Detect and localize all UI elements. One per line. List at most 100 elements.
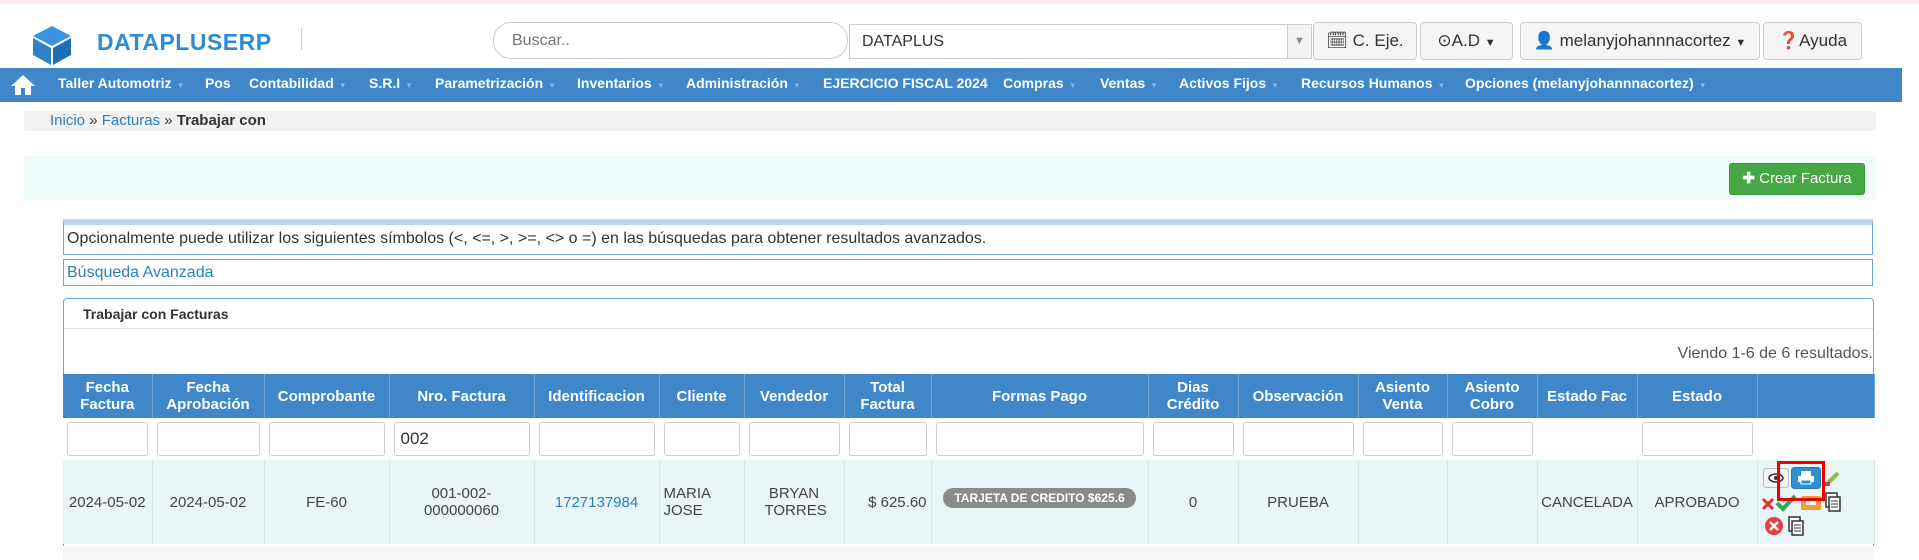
cell-estado-fac: CANCELADA bbox=[1537, 460, 1638, 544]
nav-label: S.R.I bbox=[369, 75, 401, 91]
nav-pos[interactable]: Pos bbox=[205, 68, 231, 102]
caret-icon: ▼ bbox=[1271, 81, 1280, 90]
caret-icon: ▼ bbox=[1437, 81, 1446, 90]
col-total-factura[interactable]: Total Factura bbox=[844, 374, 932, 418]
cell-fecha-aprobacion: 2024-05-02 bbox=[152, 460, 265, 544]
col-estado-fac[interactable]: Estado Fac bbox=[1537, 374, 1638, 418]
col-observacion[interactable]: Observación bbox=[1238, 374, 1359, 418]
filter-nro-factura[interactable] bbox=[393, 422, 530, 456]
top-bar: DATAPLUSERP DATAPLUS ▼ 🗓 C. Eje. ⊙A.D ▼ … bbox=[0, 0, 1919, 70]
breadcrumb-separator: » bbox=[89, 112, 98, 129]
col-actions bbox=[1757, 374, 1875, 418]
nav-sri[interactable]: S.R.I ▼ bbox=[369, 68, 413, 102]
cell-dias-credito: 0 bbox=[1148, 460, 1239, 544]
nav-opciones[interactable]: Opciones (melanyjohannnacortez) ▼ bbox=[1465, 68, 1707, 102]
document-copy-icon[interactable] bbox=[1824, 492, 1841, 512]
search-input[interactable] bbox=[493, 22, 848, 59]
caret-icon: ▼ bbox=[792, 81, 801, 90]
cell-total: $ 625.60 bbox=[844, 460, 932, 544]
breadcrumb-home[interactable]: Inicio bbox=[50, 112, 85, 129]
nav-ventas[interactable]: Ventas ▼ bbox=[1100, 68, 1158, 102]
filter-total-factura[interactable] bbox=[848, 422, 927, 456]
cell-vendedor: BRYAN TORRES bbox=[744, 460, 845, 544]
col-fecha-factura[interactable]: Fecha Factura bbox=[63, 374, 153, 418]
col-fecha-aprobacion[interactable]: Fecha Aprobación bbox=[152, 374, 265, 418]
brand-divider bbox=[301, 28, 302, 50]
filter-vendedor[interactable] bbox=[748, 422, 840, 456]
filter-asiento-cobro[interactable] bbox=[1451, 422, 1533, 456]
chevron-down-icon[interactable]: ▼ bbox=[1287, 25, 1311, 58]
col-comprobante[interactable]: Comprobante bbox=[264, 374, 390, 418]
col-estado[interactable]: Estado bbox=[1637, 374, 1758, 418]
payment-badge: TARJETA DE CREDITO $625.6 bbox=[943, 488, 1136, 508]
company-value: DATAPLUS bbox=[862, 33, 945, 50]
nav-label: EJERCICIO FISCAL 2024 bbox=[823, 75, 988, 91]
user-menu-button[interactable]: 👤 melanyjohannnacortez ▼ bbox=[1520, 22, 1760, 60]
col-cliente[interactable]: Cliente bbox=[659, 374, 745, 418]
identificacion-link[interactable]: 1727137984 bbox=[555, 494, 638, 511]
delete-x-icon[interactable] bbox=[1761, 497, 1775, 511]
plus-icon: ✚ bbox=[1742, 170, 1755, 187]
company-select[interactable]: DATAPLUS ▼ bbox=[849, 24, 1312, 59]
pencil-edit-icon[interactable] bbox=[1823, 469, 1843, 489]
nav-parametrizacion[interactable]: Parametrización ▼ bbox=[435, 68, 556, 102]
col-asiento-venta[interactable]: Asiento Venta bbox=[1358, 374, 1448, 418]
col-vendedor[interactable]: Vendedor bbox=[744, 374, 845, 418]
nav-inventarios[interactable]: Inventarios ▼ bbox=[577, 68, 665, 102]
cell-identificacion: 1727137984 bbox=[534, 460, 660, 544]
caret-down-icon: ▼ bbox=[1484, 37, 1496, 49]
filter-cliente[interactable] bbox=[663, 422, 740, 456]
nav-administracion[interactable]: Administración ▼ bbox=[686, 68, 801, 102]
filter-fecha-aprobacion[interactable] bbox=[156, 422, 260, 456]
ejercicio-button[interactable]: 🗓 C. Eje. bbox=[1313, 22, 1417, 60]
filter-comprobante[interactable] bbox=[268, 422, 385, 456]
create-invoice-button[interactable]: ✚ Crear Factura bbox=[1729, 163, 1865, 195]
filter-fecha-factura[interactable] bbox=[67, 422, 148, 456]
filter-identificacion[interactable] bbox=[538, 422, 655, 456]
filter-asiento-venta[interactable] bbox=[1362, 422, 1443, 456]
col-identificacion[interactable]: Identificacion bbox=[534, 374, 660, 418]
filter-estado[interactable] bbox=[1641, 422, 1753, 456]
cube-logo-icon[interactable] bbox=[30, 24, 74, 66]
filter-formas-pago[interactable] bbox=[935, 422, 1144, 456]
filter-row bbox=[63, 418, 1875, 460]
filter-observacion[interactable] bbox=[1242, 422, 1354, 456]
nav-contabilidad[interactable]: Contabilidad ▼ bbox=[249, 68, 347, 102]
user-name: melanyjohannnacortez bbox=[1559, 31, 1731, 50]
cell-fecha-factura: 2024-05-02 bbox=[63, 460, 153, 544]
advanced-search-link[interactable]: Búsqueda Avanzada bbox=[63, 259, 1873, 286]
nav-taller[interactable]: Taller Automotriz ▼ bbox=[58, 68, 184, 102]
col-dias-credito[interactable]: Dias Crédito bbox=[1148, 374, 1239, 418]
breadcrumb-facturas[interactable]: Facturas bbox=[102, 112, 160, 129]
nav-compras[interactable]: Compras ▼ bbox=[1003, 68, 1077, 102]
breadcrumb-current: Trabajar con bbox=[176, 112, 266, 129]
filter-dias-credito[interactable] bbox=[1152, 422, 1234, 456]
nav-recursos-humanos[interactable]: Recursos Humanos ▼ bbox=[1301, 68, 1445, 102]
col-nro-factura[interactable]: Nro. Factura bbox=[389, 374, 535, 418]
caret-down-icon: ▼ bbox=[1735, 37, 1747, 49]
table-header-row: Fecha Factura Fecha Aprobación Comproban… bbox=[63, 374, 1875, 418]
help-button[interactable]: ❓Ayuda bbox=[1763, 22, 1862, 60]
document-icon[interactable] bbox=[1787, 516, 1804, 536]
results-summary: Viendo 1-6 de 6 resultados. bbox=[1677, 345, 1873, 362]
ad-dropdown-button[interactable]: ⊙A.D ▼ bbox=[1420, 22, 1513, 60]
cell-observacion: PRUEBA bbox=[1238, 460, 1359, 544]
search-hint: Opcionalmente puede utilizar los siguien… bbox=[63, 219, 1873, 255]
help-label: Ayuda bbox=[1799, 31, 1848, 50]
main-navbar: Taller Automotriz ▼ Pos Contabilidad ▼ S.R… bbox=[0, 68, 1902, 102]
action-bar bbox=[24, 156, 1876, 200]
brand[interactable]: DATAPLUSERP bbox=[85, 18, 290, 70]
col-formas-pago[interactable]: Formas Pago bbox=[931, 374, 1149, 418]
home-icon[interactable] bbox=[10, 73, 36, 97]
nav-ejercicio-fiscal[interactable]: EJERCICIO FISCAL 2024 bbox=[823, 68, 988, 102]
nav-activos-fijos[interactable]: Activos Fijos ▼ bbox=[1179, 68, 1279, 102]
caret-icon: ▼ bbox=[656, 81, 665, 90]
cancel-circle-icon[interactable] bbox=[1764, 516, 1784, 536]
clock-icon: ⊙ bbox=[1437, 31, 1452, 50]
col-asiento-cobro[interactable]: Asiento Cobro bbox=[1447, 374, 1538, 418]
breadcrumb: Inicio » Facturas » Trabajar con bbox=[24, 111, 1876, 131]
cell-estado: APROBADO bbox=[1637, 460, 1758, 544]
calendar-icon: 🗓 bbox=[1326, 31, 1348, 50]
breadcrumb-separator: » bbox=[164, 112, 173, 129]
nav-label: Inventarios bbox=[577, 75, 652, 91]
